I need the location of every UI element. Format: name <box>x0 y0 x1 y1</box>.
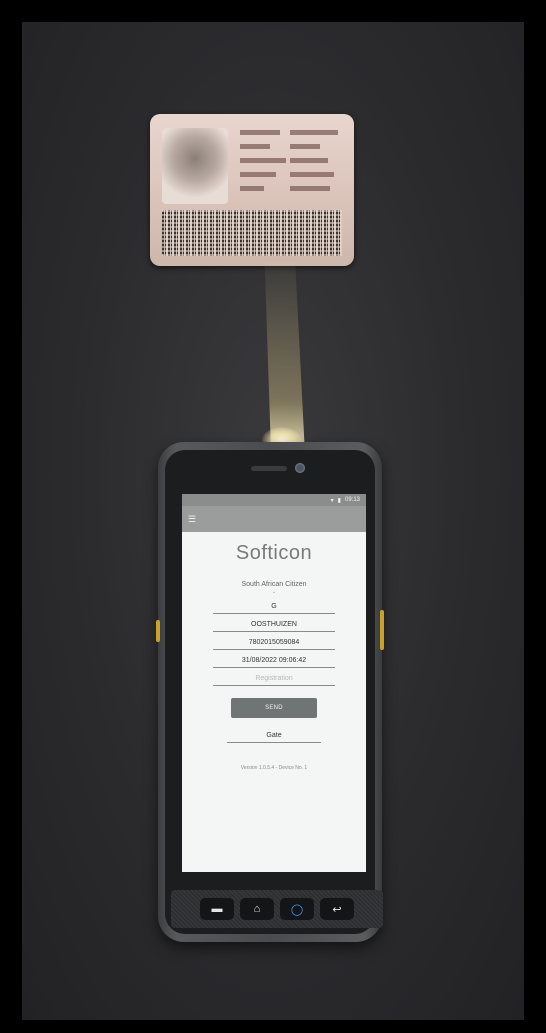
hamburger-icon[interactable]: ☰ <box>188 514 196 524</box>
pdf417-barcode <box>162 210 342 256</box>
earpiece <box>251 466 287 471</box>
surname-field[interactable]: OOSTHUIZEN <box>213 617 335 632</box>
id-card-photo <box>162 128 228 204</box>
battery-icon: ▮ <box>337 497 341 504</box>
id-card-text-line <box>290 130 338 135</box>
side-scan-button-right[interactable] <box>380 610 384 650</box>
wifi-icon: ▾ <box>330 497 334 504</box>
handheld-scanner-device: ▾ ▮ 09:13 ☰ Softicon South African Citiz… <box>156 442 384 942</box>
id-card-text-line <box>290 144 320 149</box>
version-text: Version 1.0.5.4 - Device No. 1 <box>240 765 308 771</box>
id-card-text-line <box>240 186 264 191</box>
id-card-text-line <box>290 172 334 177</box>
id-card <box>150 114 354 266</box>
scan-icon[interactable]: ◯ <box>280 898 314 920</box>
app-bar: ☰ <box>182 506 366 532</box>
id-card-text-line <box>240 172 276 177</box>
id-card-text-line <box>290 158 328 163</box>
id-card-text-line <box>240 144 270 149</box>
citizenship-label: South African Citizen <box>241 581 307 588</box>
front-camera <box>295 463 305 473</box>
registration-input[interactable]: Registration <box>213 671 335 686</box>
timestamp-field[interactable]: 31/08/2022 09:06:42 <box>213 653 335 668</box>
id-card-text-line <box>240 158 286 163</box>
status-time: 09:13 <box>344 497 360 503</box>
id-card-text-line <box>290 186 330 191</box>
separator-text: - <box>273 590 275 596</box>
device-bezel: ▾ ▮ 09:13 ☰ Softicon South African Citiz… <box>165 450 383 934</box>
gate-selector[interactable]: Gate <box>227 728 321 743</box>
home-icon[interactable]: ⌂ <box>240 898 274 920</box>
id-number-field[interactable]: 7802015059084 <box>213 635 335 650</box>
send-button[interactable]: SEND <box>231 698 317 718</box>
softicon-logo: Softicon <box>235 542 313 564</box>
initials-field[interactable]: G <box>213 599 335 614</box>
photo-background: ▾ ▮ 09:13 ☰ Softicon South African Citiz… <box>22 22 524 1020</box>
recent-apps-icon[interactable]: ▬ <box>200 898 234 920</box>
device-navigation-bar: ▬ ⌂ ◯ ↩ <box>171 890 383 928</box>
back-icon[interactable]: ↩ <box>320 898 354 920</box>
status-bar: ▾ ▮ 09:13 <box>182 494 366 506</box>
side-scan-button-left[interactable] <box>156 620 160 642</box>
id-card-text-line <box>240 130 280 135</box>
app-screen: ▾ ▮ 09:13 ☰ Softicon South African Citiz… <box>182 494 366 872</box>
